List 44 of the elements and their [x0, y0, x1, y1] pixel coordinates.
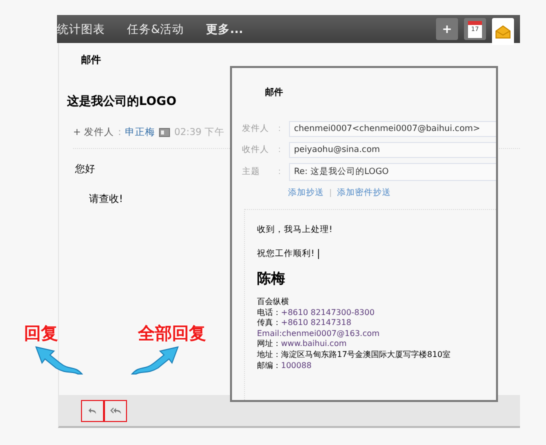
section-title: 邮件 [81, 54, 102, 67]
sender-link[interactable]: 申正梅 [125, 126, 156, 139]
reply-icon [88, 407, 97, 415]
nav-tab[interactable]: 更多... [206, 22, 244, 36]
nav-tab[interactable]: 统计图表 [57, 22, 105, 36]
popup-title: 邮件 [265, 86, 284, 99]
input-field[interactable]: chenmei0007<chenmei0007@baihui.com> [289, 121, 496, 137]
body-text: 您好 [75, 163, 95, 176]
signature-line: 百会纵横 [257, 297, 290, 308]
reply-all-icon [110, 407, 122, 415]
signature-name: 陈梅 [257, 270, 286, 288]
signature-line: 地址：海淀区马甸东路17号金澳国际大厦写字楼810室 [257, 350, 452, 361]
reply-text: 祝您工作顺利! [257, 248, 314, 260]
separator: : [278, 124, 282, 134]
reply-text: 收到，我马上处理! [257, 224, 332, 236]
separator: : [278, 167, 282, 177]
sender-label: + 发件人 [73, 126, 114, 139]
mail-time: 02:39 下午 [174, 126, 225, 139]
add-cc-link[interactable]: 添加抄送 [288, 187, 324, 199]
add-cc-link[interactable]: 添加密件抄送 [337, 187, 391, 199]
separator: : [278, 145, 282, 155]
body-text: 请查收! [89, 192, 124, 206]
reply-all-button[interactable] [104, 400, 127, 422]
callout-label: 回复 [24, 323, 59, 345]
signature-line: 邮编：100088 [257, 360, 313, 372]
signature-line: 传真：+8610 82147318 [257, 318, 352, 329]
field-label: 收件人 [242, 144, 270, 156]
signature-line: 电话：+8610 82147300-8300 [257, 308, 376, 318]
contact-card-icon[interactable] [159, 128, 170, 137]
envelope-icon [495, 24, 511, 38]
separator: : [118, 127, 122, 138]
mail-subject: 这是我公司的LOGO [67, 93, 178, 110]
reply-button[interactable] [81, 400, 104, 422]
input-field[interactable]: Re: 这是我公司的LOGO [289, 163, 496, 181]
text-cursor [318, 249, 320, 259]
field-label: 发件人 [242, 123, 270, 135]
callout-label: 全部回复 [138, 323, 206, 345]
add-button[interactable]: + [436, 18, 458, 40]
signature-line: 网址：www.baihui.com [257, 339, 348, 350]
input-field[interactable]: peiyaohu@sina.com [289, 142, 496, 158]
signature-line: Email:chenmei0007@163.com [257, 328, 381, 340]
mail-button[interactable] [492, 18, 514, 45]
nav-tab[interactable]: 任务&活动 [127, 22, 184, 36]
field-label: 主题 [242, 166, 261, 178]
